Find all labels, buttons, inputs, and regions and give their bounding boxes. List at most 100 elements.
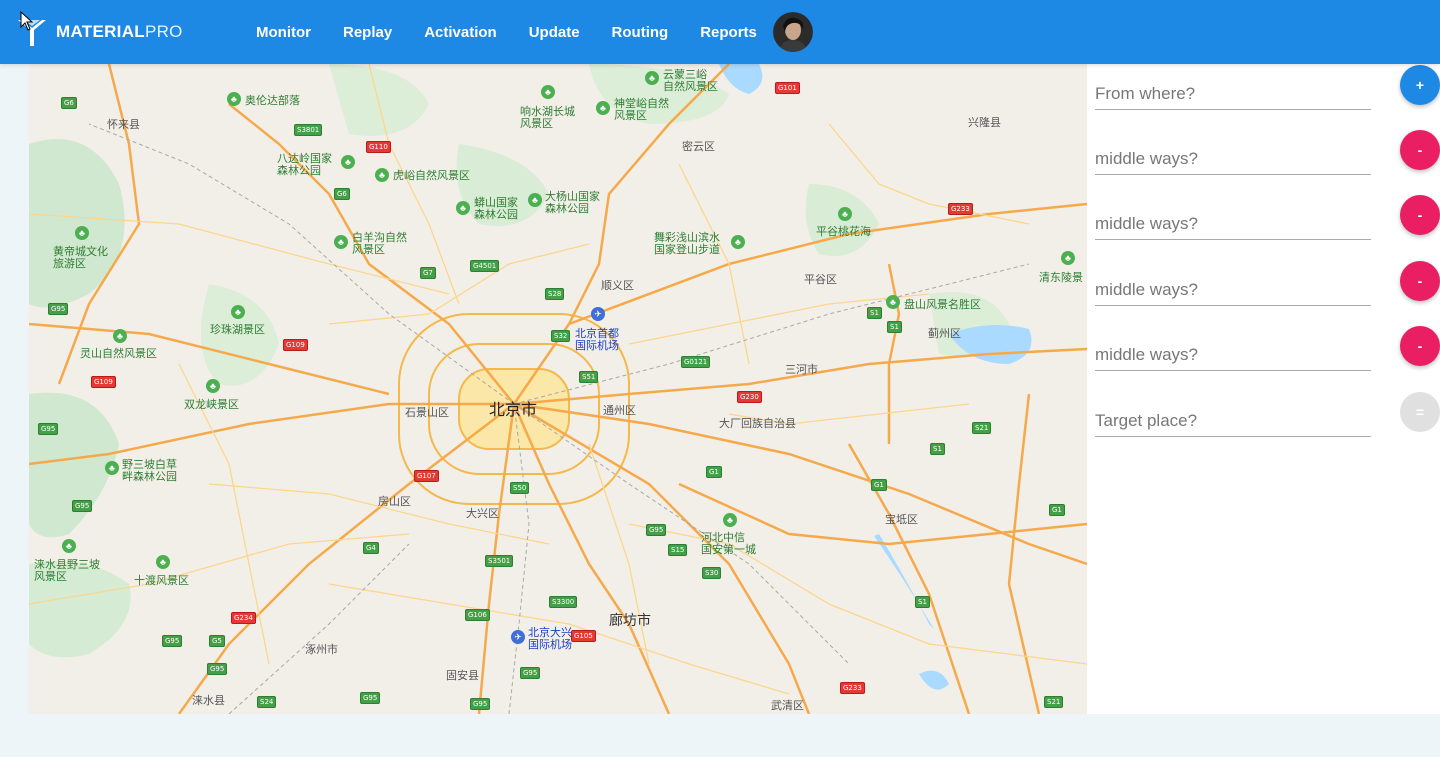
highway-badge: G230 xyxy=(737,391,762,403)
highway-badge: G4501 xyxy=(470,260,500,272)
nav-replay[interactable]: Replay xyxy=(327,24,408,41)
remove-waypoint-button[interactable]: - xyxy=(1400,130,1440,170)
park-icon: ♣ xyxy=(231,305,245,319)
nav-routing[interactable]: Routing xyxy=(596,24,685,41)
highway-badge: S1 xyxy=(887,321,902,333)
map-label-zhuozhou: 涿州市 xyxy=(305,644,338,656)
add-waypoint-button[interactable]: + xyxy=(1400,65,1440,105)
airport-icon: ✈ xyxy=(511,630,525,644)
map-label-shijingshan: 石景山区 xyxy=(405,407,449,419)
map-label-qingdongling: 清东陵景 xyxy=(1039,272,1083,284)
map-label-aolunda: 奥伦达部落 xyxy=(245,95,300,107)
waypoint-input[interactable] xyxy=(1095,333,1371,371)
highway-badge: G6 xyxy=(334,188,350,200)
highway-badge: G95 xyxy=(360,692,381,704)
map-label-capital-airport: 北京首都 国际机场 xyxy=(575,328,619,352)
park-icon: ♣ xyxy=(731,235,745,249)
highway-badge: G4 xyxy=(363,542,379,554)
route-row-waypoint: - xyxy=(1095,194,1440,244)
map-label-guan: 固安县 xyxy=(446,670,479,682)
park-icon: ♣ xyxy=(62,539,76,553)
highway-badge: G95 xyxy=(48,303,69,315)
map-background xyxy=(29,64,1087,714)
route-row-origin: + xyxy=(1095,64,1440,114)
highway-badge: G0121 xyxy=(681,356,711,368)
highway-badge: G95 xyxy=(38,423,59,435)
map-label-pinggu: 平谷区 xyxy=(804,274,837,286)
map-label-shidu: 十渡风景区 xyxy=(134,575,189,587)
highway-badge: G110 xyxy=(366,141,391,153)
highway-badge: S21 xyxy=(1044,696,1064,708)
map-label-jizhou: 蓟州区 xyxy=(928,328,961,340)
park-icon: ♣ xyxy=(645,71,659,85)
origin-input[interactable] xyxy=(1095,72,1371,110)
nav-monitor[interactable]: Monitor xyxy=(240,24,327,41)
highway-badge: G1 xyxy=(871,479,887,491)
park-icon: ♣ xyxy=(1061,251,1075,265)
highway-badge: S1 xyxy=(915,596,930,608)
park-icon: ♣ xyxy=(596,101,610,115)
highway-badge: G233 xyxy=(840,682,865,694)
highway-badge: S50 xyxy=(510,482,530,494)
map-label-daxing: 大兴区 xyxy=(466,508,499,520)
nav-activation[interactable]: Activation xyxy=(408,24,513,41)
waypoint-input[interactable] xyxy=(1095,137,1371,175)
waypoint-input[interactable] xyxy=(1095,268,1371,306)
map-label-mangshan: 蟒山国家 森林公园 xyxy=(474,197,518,221)
highway-badge: G105 xyxy=(571,630,596,642)
top-navbar: MATERIALPRO Monitor Replay Activation Up… xyxy=(0,0,1440,64)
highway-badge: G233 xyxy=(948,203,973,215)
map-label-wucai: 舞彩浅山滨水 国家登山步道 xyxy=(654,232,720,256)
map-label-zhenzhu: 珍珠湖景区 xyxy=(210,324,265,336)
highway-badge: G95 xyxy=(520,667,541,679)
highway-badge: S15 xyxy=(668,544,688,556)
airport-icon: ✈ xyxy=(591,307,605,321)
remove-waypoint-button[interactable]: - xyxy=(1400,195,1440,235)
remove-waypoint-button[interactable]: - xyxy=(1400,261,1440,301)
destination-input[interactable] xyxy=(1095,399,1371,437)
park-icon: ♣ xyxy=(334,235,348,249)
map-label-pinggu-peach: 平谷桃花海 xyxy=(816,226,871,238)
map-label-baodi: 宝坻区 xyxy=(885,514,918,526)
route-row-waypoint: - xyxy=(1095,325,1440,375)
park-icon: ♣ xyxy=(528,193,542,207)
highway-badge: G5 xyxy=(209,635,225,647)
waypoint-input[interactable] xyxy=(1095,202,1371,240)
map-label-yunmeng: 云蒙三峪 自然风景区 xyxy=(663,69,718,93)
highway-badge: G95 xyxy=(646,524,667,536)
mouse-cursor-icon xyxy=(20,11,34,31)
map-label-baiyanggou: 白羊沟自然 风景区 xyxy=(352,232,407,256)
park-icon: ♣ xyxy=(156,555,170,569)
nav-update[interactable]: Update xyxy=(513,24,596,41)
map-label-laishui-yesanpo: 涞水县野三坡 风景区 xyxy=(34,559,100,583)
calculate-route-button[interactable]: = xyxy=(1400,392,1440,432)
highway-badge: S28 xyxy=(545,288,565,300)
highway-badge: G95 xyxy=(470,698,491,710)
highway-badge: S32 xyxy=(551,330,571,342)
highway-badge: G109 xyxy=(283,339,308,351)
park-icon: ♣ xyxy=(227,92,241,106)
brand-logo[interactable]: MATERIALPRO xyxy=(16,12,183,52)
park-icon: ♣ xyxy=(341,155,355,169)
route-row-destination: = xyxy=(1095,391,1440,441)
map-label-huyu: 虎峪自然风景区 xyxy=(393,170,470,182)
route-map[interactable]: 北京市 廊坊市 顺义区 通州区 大兴区 房山区 石景山区 平谷区 密云区 三河市… xyxy=(29,64,1087,714)
park-icon: ♣ xyxy=(75,226,89,240)
map-label-daxing-airport: 北京大兴 国际机场 xyxy=(528,627,572,651)
brand-name-light: PRO xyxy=(144,22,183,41)
route-row-waypoint: - xyxy=(1095,129,1440,179)
highway-badge: S21 xyxy=(972,422,992,434)
park-icon: ♣ xyxy=(375,168,389,182)
map-label-shuanglong: 双龙峡景区 xyxy=(184,399,239,411)
nav-reports[interactable]: Reports xyxy=(684,24,773,41)
map-label-dachang: 大厂回族自治县 xyxy=(719,418,796,430)
highway-badge: G95 xyxy=(72,500,93,512)
user-avatar[interactable] xyxy=(772,12,813,52)
highway-badge: G101 xyxy=(775,82,800,94)
map-label-langfang: 廊坊市 xyxy=(609,612,651,628)
map-label-beijing: 北京市 xyxy=(489,402,538,419)
park-icon: ♣ xyxy=(886,295,900,309)
map-label-wuqing: 武清区 xyxy=(771,700,804,712)
highway-badge: S3300 xyxy=(549,596,578,608)
remove-waypoint-button[interactable]: - xyxy=(1400,326,1440,366)
